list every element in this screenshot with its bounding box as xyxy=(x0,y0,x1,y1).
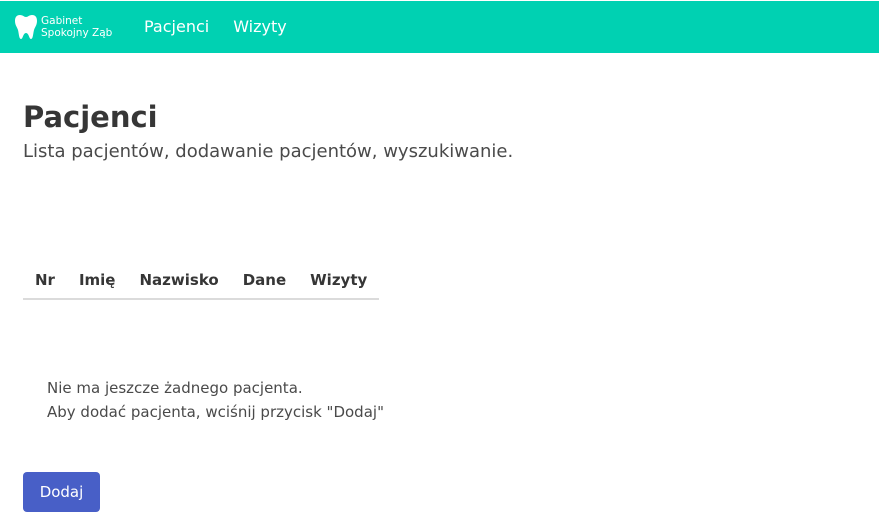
column-header-wizyty: Wizyty xyxy=(298,263,380,300)
empty-state-hint: Aby dodać pacjenta, wciśnij przycisk "Do… xyxy=(47,403,384,421)
brand-line-1: Gabinet xyxy=(41,15,83,27)
brand-line-2: Spokojny Ząb xyxy=(41,27,113,39)
page-subtitle: Lista pacjentów, dodawanie pacjentów, wy… xyxy=(23,141,514,162)
empty-state-message: Nie ma jeszcze żadnego pacjenta. xyxy=(47,379,303,397)
column-header-nr: Nr xyxy=(23,263,67,300)
column-header-dane: Dane xyxy=(230,263,299,300)
brand-logo[interactable]: Gabinet Spokojny Ząb xyxy=(14,1,132,53)
nav-item-wizyty[interactable]: Wizyty xyxy=(221,1,299,53)
column-header-nazwisko: Nazwisko xyxy=(127,263,231,300)
nav-item-pacjenci[interactable]: Pacjenci xyxy=(132,1,221,53)
page-title: Pacjenci xyxy=(23,100,158,134)
add-patient-button[interactable]: Dodaj xyxy=(23,472,100,512)
top-navbar: Gabinet Spokojny Ząb Pacjenci Wizyty xyxy=(0,1,879,53)
brand-name: Gabinet Spokojny Ząb xyxy=(41,15,112,39)
patients-table: Nr Imię Nazwisko Dane Wizyty xyxy=(23,263,380,300)
column-header-imie: Imię xyxy=(66,263,128,300)
tooth-icon xyxy=(15,15,37,39)
table-header-row: Nr Imię Nazwisko Dane Wizyty xyxy=(23,263,380,300)
